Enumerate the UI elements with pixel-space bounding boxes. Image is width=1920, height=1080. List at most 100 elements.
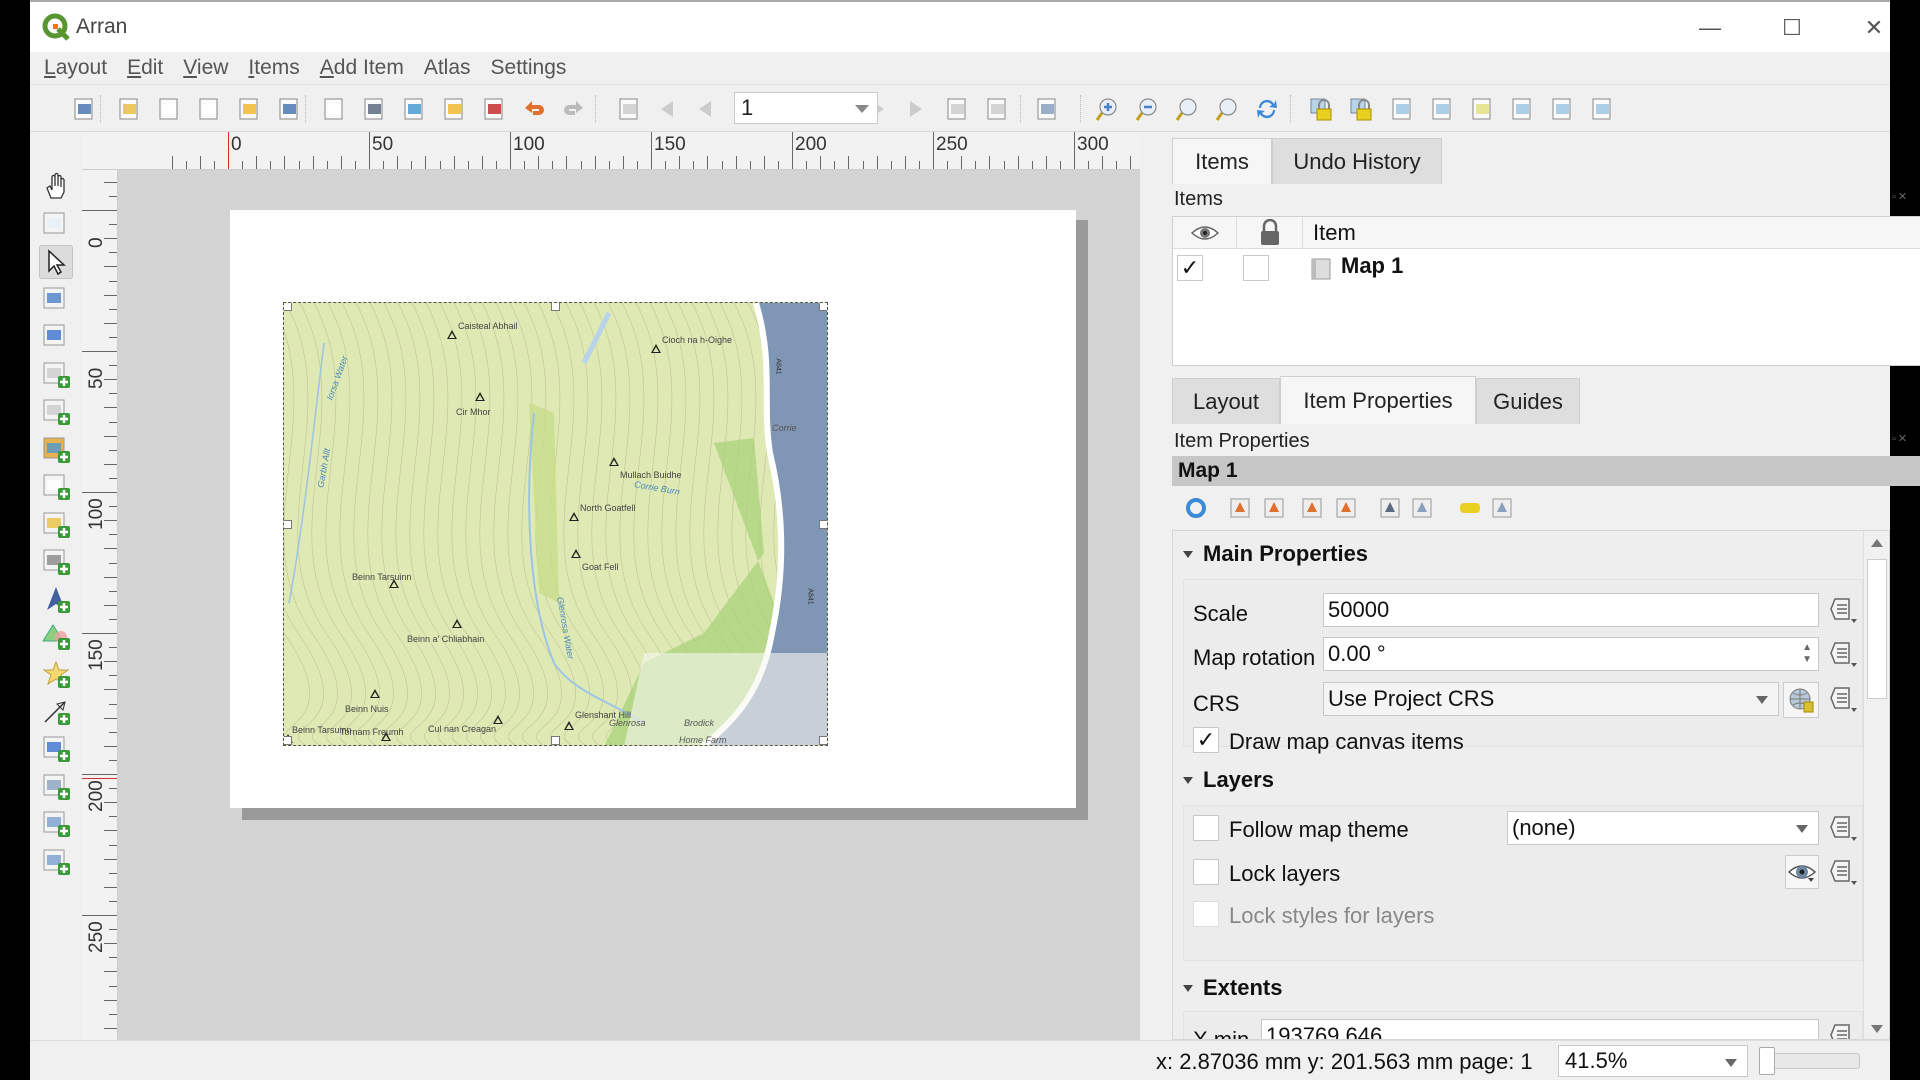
- resize-handle[interactable]: [284, 303, 292, 311]
- scrollbar-thumb[interactable]: [1867, 559, 1887, 699]
- properties-scrollbar[interactable]: [1863, 531, 1889, 1039]
- vertical-ruler[interactable]: 0 50 100 150 200 250: [82, 170, 118, 1040]
- move-item-content-tool[interactable]: [39, 282, 73, 316]
- ungroup-items-button[interactable]: [1428, 95, 1456, 123]
- move-to-bookmark-icon[interactable]: [1410, 496, 1434, 520]
- data-defined-override-icon[interactable]: [1827, 811, 1861, 845]
- resize-handle[interactable]: [551, 736, 560, 745]
- horizontal-ruler[interactable]: 0 50 100 150 200 250 300: [82, 132, 1158, 170]
- data-defined-override-icon[interactable]: [1827, 637, 1861, 671]
- map-item[interactable]: Caisteal Abhail Cioch na h-Oighe Cir Mhor M…: [283, 302, 828, 746]
- tab-guides[interactable]: Guides: [1476, 378, 1580, 424]
- menu-edit[interactable]: Edit: [127, 56, 163, 80]
- add-legend-tool[interactable]: [39, 507, 73, 541]
- menu-layout[interactable]: Layout: [44, 56, 107, 80]
- add-north-arrow-tool[interactable]: [39, 582, 73, 616]
- new-page-button[interactable]: [320, 95, 348, 123]
- visibility-column[interactable]: [1173, 217, 1237, 249]
- layout-manager-button[interactable]: [195, 95, 223, 123]
- maximize-button[interactable]: ☐: [1764, 8, 1820, 48]
- zoom-slider-handle[interactable]: [1759, 1047, 1775, 1075]
- dock-float-close-buttons-2[interactable]: ▫✕: [1892, 432, 1909, 445]
- add-map-tool[interactable]: [39, 357, 73, 391]
- clipping-settings-icon[interactable]: [1490, 496, 1514, 520]
- pan-tool[interactable]: [39, 170, 73, 204]
- layout-page[interactable]: Caisteal Abhail Cioch na h-Oighe Cir Mhor M…: [230, 210, 1076, 808]
- data-defined-override-icon[interactable]: [1827, 855, 1861, 889]
- atlas-preview-button[interactable]: [615, 95, 643, 123]
- resize-handle[interactable]: [284, 736, 292, 745]
- data-defined-override-icon[interactable]: [1827, 1019, 1861, 1040]
- select-crs-button[interactable]: [1783, 682, 1819, 718]
- map-rotation-spinbox[interactable]: 0.00 ° ▲ ▼: [1323, 637, 1819, 671]
- layers-header[interactable]: Layers: [1183, 767, 1274, 793]
- bookmark-extent-icon[interactable]: [1378, 496, 1402, 520]
- add-3d-map-tool[interactable]: [39, 394, 73, 428]
- add-shape-tool[interactable]: [39, 619, 73, 653]
- group-items-button[interactable]: [1388, 95, 1416, 123]
- set-to-canvas-scale-icon[interactable]: [1300, 496, 1324, 520]
- view-extent-in-canvas-icon[interactable]: [1262, 496, 1286, 520]
- previous-feature-button[interactable]: [690, 95, 718, 123]
- resize-handle[interactable]: [819, 520, 827, 529]
- unlock-all-button[interactable]: [1348, 95, 1376, 123]
- atlas-settings-button[interactable]: [1033, 95, 1061, 123]
- lock-items-button[interactable]: [1308, 95, 1336, 123]
- layout-canvas[interactable]: Caisteal Abhail Cioch na h-Oighe Cir Mhor M…: [118, 170, 1158, 1040]
- tab-item-properties[interactable]: Item Properties: [1280, 376, 1476, 424]
- save-as-template-button[interactable]: [275, 95, 303, 123]
- item-locked-checkbox[interactable]: [1243, 255, 1269, 281]
- add-scale-bar-tool[interactable]: [39, 544, 73, 578]
- extents-header[interactable]: Extents: [1183, 975, 1282, 1001]
- item-column-header[interactable]: Item: [1303, 217, 1920, 249]
- export-atlas-button[interactable]: [983, 95, 1011, 123]
- edit-nodes-tool[interactable]: [39, 319, 73, 353]
- align-items-button[interactable]: [1508, 95, 1536, 123]
- draw-map-canvas-items-checkbox[interactable]: ✓: [1193, 727, 1219, 753]
- resize-handle[interactable]: [819, 303, 827, 311]
- label-settings-icon[interactable]: [1458, 496, 1482, 520]
- properties-scroll-area[interactable]: Main Properties Scale 50000 Map rotation…: [1172, 530, 1890, 1040]
- spin-arrows-icon[interactable]: ▲ ▼: [1802, 642, 1812, 666]
- resize-handle[interactable]: [819, 736, 827, 745]
- lock-layers-checkbox[interactable]: [1193, 859, 1219, 885]
- follow-map-theme-checkbox[interactable]: [1193, 815, 1219, 841]
- add-html-tool[interactable]: [39, 769, 73, 803]
- xmin-input[interactable]: 193769.646: [1261, 1019, 1819, 1039]
- raise-items-button[interactable]: [1468, 95, 1496, 123]
- add-attribute-table-tool[interactable]: [39, 806, 73, 840]
- zoom-level-combo[interactable]: 41.5%: [1558, 1045, 1748, 1077]
- first-feature-button[interactable]: [652, 95, 680, 123]
- tab-items[interactable]: Items: [1172, 138, 1272, 184]
- add-arrow-tool[interactable]: [39, 694, 73, 728]
- resize-handle[interactable]: [284, 520, 292, 529]
- print-atlas-button[interactable]: [943, 95, 971, 123]
- crs-combo[interactable]: Use Project CRS: [1323, 682, 1779, 716]
- save-layout-button[interactable]: [70, 95, 98, 123]
- main-properties-header[interactable]: Main Properties: [1183, 541, 1368, 567]
- lock-styles-checkbox[interactable]: [1193, 901, 1219, 927]
- zoom-tool[interactable]: [39, 207, 73, 241]
- menu-settings[interactable]: Settings: [491, 56, 567, 80]
- menu-atlas[interactable]: Atlas: [424, 56, 471, 80]
- undo-button[interactable]: [520, 95, 548, 123]
- add-marker-tool[interactable]: [39, 657, 73, 691]
- zoom-out-button[interactable]: [1133, 95, 1161, 123]
- map-theme-combo[interactable]: (none): [1507, 811, 1819, 845]
- scroll-down-icon[interactable]: [1871, 1025, 1883, 1033]
- lock-column[interactable]: [1237, 217, 1303, 249]
- new-layout-button[interactable]: [115, 95, 143, 123]
- export-pdf-button[interactable]: [480, 95, 508, 123]
- item-name-map-1[interactable]: Map 1: [1341, 253, 1403, 279]
- add-items-from-template-button[interactable]: [235, 95, 263, 123]
- tab-layout[interactable]: Layout: [1172, 378, 1280, 424]
- add-picture-tool[interactable]: [39, 432, 73, 466]
- menu-view[interactable]: View: [183, 56, 228, 80]
- zoom-full-button[interactable]: [1213, 95, 1241, 123]
- refresh-button[interactable]: [1253, 95, 1281, 123]
- data-defined-override-icon[interactable]: [1827, 682, 1861, 716]
- set-to-canvas-extent-icon[interactable]: [1228, 496, 1252, 520]
- resize-items-button[interactable]: [1588, 95, 1616, 123]
- export-image-button[interactable]: [400, 95, 428, 123]
- set-map-canvas-scale-icon[interactable]: [1334, 496, 1358, 520]
